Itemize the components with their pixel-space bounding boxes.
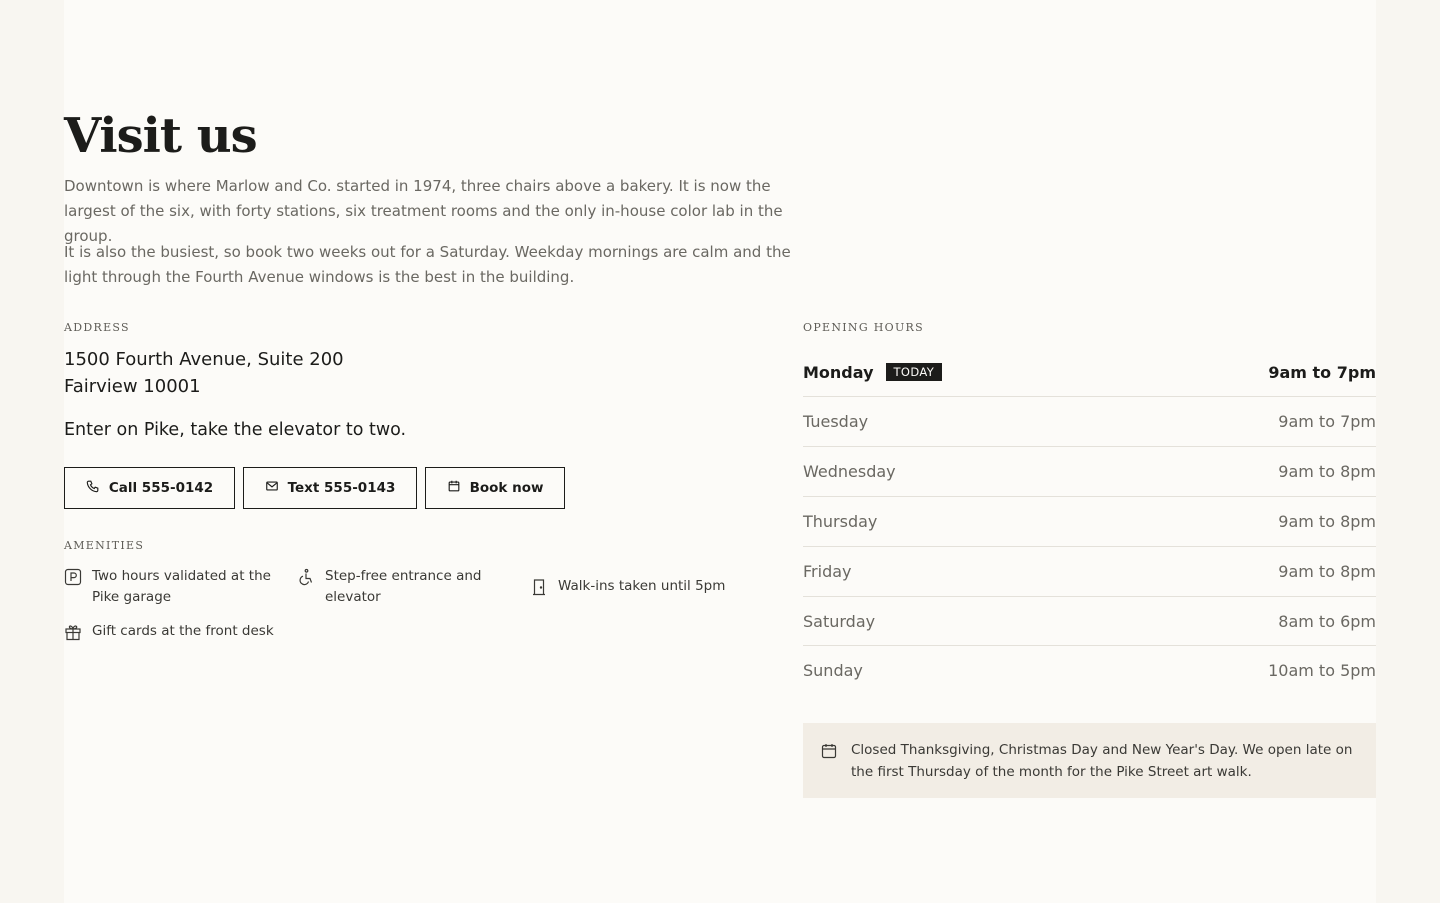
call-button[interactable]: Call 555-0142 [64,467,235,509]
address-city: Fairview 10001 [64,376,201,397]
amenity-text: Step-free entrance and elevator [325,568,482,605]
visit-page: Visit us Downtown is where Marlow and Co… [64,0,1376,903]
hours-row-friday: Friday 9am to 8pm [803,546,1376,596]
today-badge: TODAY [885,362,943,381]
hours-day: Monday TODAY [803,362,943,382]
hours-time: 10am to 5pm [1268,660,1376,680]
intro-paragraph: Downtown is where Marlow and Co. started… [64,177,783,245]
hours-row-tuesday: Tuesday 9am to 7pm [803,396,1376,446]
amenity-text: Two hours validated at the Pike garage [92,568,271,605]
hours-day: Sunday [803,660,863,680]
book-now-label: Book now [469,480,544,496]
amenity-item: Two hours validated at the Pike garage [64,566,274,608]
hours-time: 9am to 7pm [1278,411,1376,431]
hours-time: 9am to 8pm [1278,511,1376,531]
text-button-label: Text 555-0143 [287,480,396,496]
holiday-notice-text: Closed Thanksgiving, Christmas Day and N… [851,742,1353,780]
call-button-label: Call 555-0142 [108,480,214,496]
hours-row-monday: Monday TODAY 9am to 7pm [803,347,1376,397]
hours-row-saturday: Saturday 8am to 6pm [803,596,1376,646]
phone-icon [86,479,100,497]
hours-time: 8am to 6pm [1278,611,1376,631]
amenity-item: Gift cards at the front desk [64,621,324,642]
hours-day: Tuesday [803,411,869,431]
hours-day: Friday [803,561,852,581]
mail-icon [265,479,279,497]
parking-icon [64,568,82,586]
door-icon [530,578,548,596]
amenity-item: Walk-ins taken until 5pm [530,576,750,597]
accessibility-icon [297,568,315,586]
hours-row-thursday: Thursday 9am to 8pm [803,496,1376,546]
hours-day: Saturday [803,611,876,631]
directions-text: Enter on Pike, take the elevator to two. [64,420,407,440]
amenity-text: Walk-ins taken until 5pm [558,578,726,594]
page-title: Visit us [64,108,258,164]
calendar-icon [447,479,461,497]
amenities-label: Amenities [64,539,145,552]
hours-day: Thursday [803,511,878,531]
calendar-icon [821,743,837,759]
holiday-notice: Closed Thanksgiving, Christmas Day and N… [803,723,1376,798]
opening-hours-label: Opening hours [803,321,924,334]
address-label: Address [64,321,130,334]
hours-row-wednesday: Wednesday 9am to 8pm [803,446,1376,496]
hours-time: 9am to 8pm [1278,461,1376,481]
book-now-button[interactable]: Book now [425,467,565,509]
hours-row-sunday: Sunday 10am to 5pm [803,645,1376,695]
amenity-item: Step-free entrance and elevator [297,566,497,608]
address-street: 1500 Fourth Avenue, Suite 200 [64,349,344,370]
gift-icon [64,623,82,641]
hours-time: 9am to 8pm [1278,561,1376,581]
amenity-text: Gift cards at the front desk [92,623,274,639]
hours-day: Wednesday [803,461,896,481]
text-button[interactable]: Text 555-0143 [243,467,417,509]
intro-paragraph: It is also the busiest, so book two week… [64,243,791,286]
hours-time: 9am to 7pm [1268,362,1376,382]
